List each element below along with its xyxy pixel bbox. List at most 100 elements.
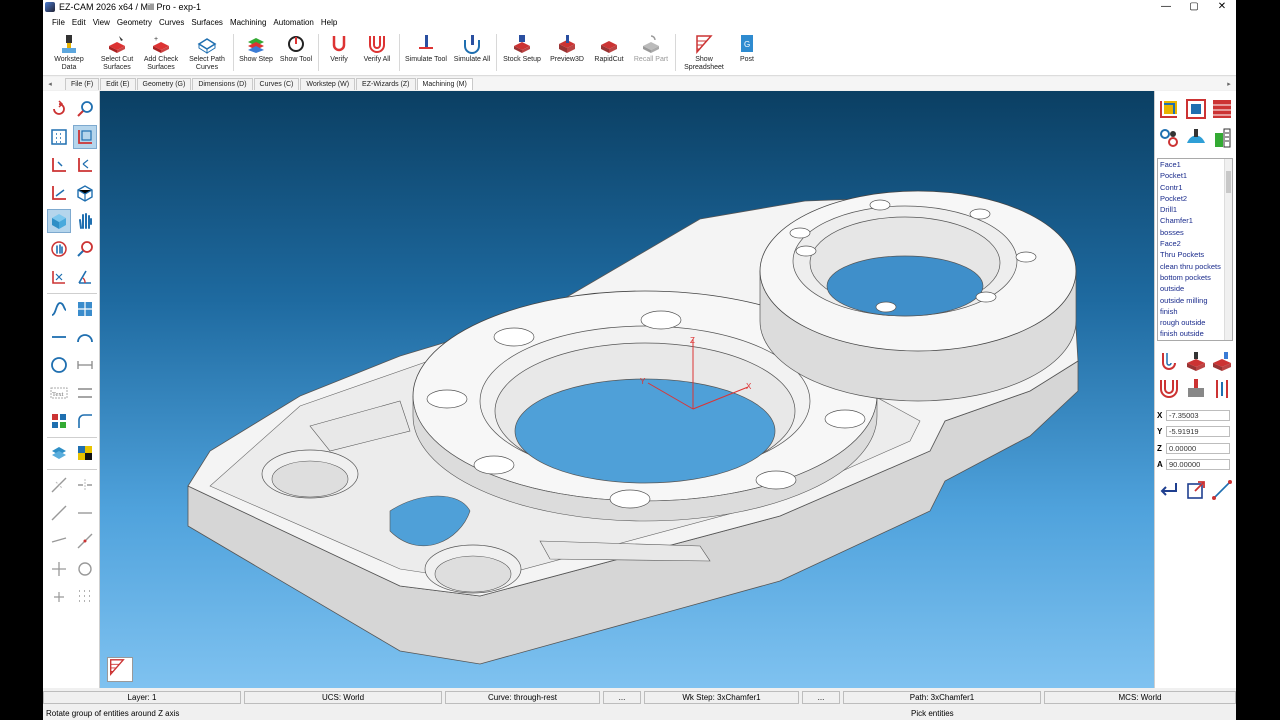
stock-setup-button[interactable]: Stock Setup	[499, 30, 545, 75]
extend-button[interactable]	[47, 501, 71, 525]
dimension-button[interactable]	[73, 353, 97, 377]
add-check-surfaces-button[interactable]: + Add Check Surfaces	[139, 30, 183, 75]
menu-view[interactable]: View	[93, 18, 110, 27]
tab-workstep[interactable]: Workstep (W)	[300, 77, 356, 90]
surface-patch-button[interactable]	[73, 297, 97, 321]
join-button[interactable]	[73, 501, 97, 525]
workstep-data-button[interactable]: Workstep Data	[43, 30, 95, 75]
view-rotate-axis-button[interactable]	[47, 265, 71, 289]
slot-op-icon[interactable]	[1211, 378, 1233, 400]
spline-button[interactable]	[47, 297, 71, 321]
workstep-status[interactable]: Wk Step: 3xChamfer1	[644, 691, 799, 704]
enter-icon[interactable]	[1158, 479, 1180, 501]
workstep-more-button[interactable]: ...	[802, 691, 840, 704]
list-item[interactable]: Thru Pockets	[1158, 249, 1232, 260]
fit-view-button[interactable]	[73, 125, 97, 149]
list-item[interactable]: finish	[1158, 306, 1232, 317]
ucs-status[interactable]: UCS: World	[244, 691, 442, 704]
face-op-icon[interactable]	[1185, 378, 1207, 400]
engrave-op-icon[interactable]	[1211, 127, 1233, 149]
menu-machining[interactable]: Machining	[230, 18, 266, 27]
tab-scroll-left-icon[interactable]: ◂	[43, 80, 57, 88]
close-button[interactable]: ✕	[1208, 0, 1236, 14]
trim-button[interactable]	[47, 473, 71, 497]
graphics-viewport[interactable]: Z Y X	[100, 91, 1154, 688]
list-item[interactable]: finish outside	[1158, 328, 1232, 339]
dynamic-pan-button[interactable]	[47, 237, 71, 261]
y-coordinate-field[interactable]	[1166, 425, 1230, 437]
list-item[interactable]: outside milling	[1158, 295, 1232, 306]
tab-curves[interactable]: Curves (C)	[253, 77, 300, 90]
zoom-window-button[interactable]	[73, 237, 97, 261]
layers-button[interactable]	[47, 441, 71, 465]
break-button[interactable]	[73, 473, 97, 497]
minimize-button[interactable]: —	[1152, 0, 1180, 14]
tab-edit[interactable]: Edit (E)	[100, 77, 136, 90]
snap-circle-button[interactable]	[73, 557, 97, 581]
pan-button[interactable]	[73, 209, 97, 233]
list-item[interactable]: Pocket1	[1158, 170, 1232, 181]
tab-geometry[interactable]: Geometry (G)	[136, 77, 192, 90]
select-cut-surfaces-button[interactable]: Select Cut Surfaces	[95, 30, 139, 75]
rapidcut-button[interactable]: RapidCut	[589, 30, 629, 75]
menu-curves[interactable]: Curves	[159, 18, 184, 27]
contour-op-icon[interactable]	[1158, 351, 1180, 373]
operations-list[interactable]: Face1 Pocket1 Contr1 Pocket2 Drill1 Cham…	[1157, 158, 1233, 341]
tab-ez-wizards[interactable]: EZ-Wizards (Z)	[356, 77, 416, 90]
path-status[interactable]: Path: 3xChamfer1	[843, 691, 1041, 704]
list-item[interactable]: Face2	[1158, 238, 1232, 249]
color-button[interactable]	[73, 441, 97, 465]
scrollbar-thumb[interactable]	[1226, 171, 1231, 193]
curve-status[interactable]: Curve: through-rest	[445, 691, 600, 704]
list-item[interactable]: Drill1	[1158, 204, 1232, 215]
fillet-button[interactable]	[73, 409, 97, 433]
tab-file[interactable]: File (F)	[65, 77, 100, 90]
restore-button[interactable]: ▢	[1180, 0, 1208, 14]
angle-view-button[interactable]	[73, 265, 97, 289]
tab-machining[interactable]: Machining (M)	[416, 77, 473, 90]
view-iso-button[interactable]	[73, 181, 97, 205]
list-item[interactable]: outside	[1158, 283, 1232, 294]
x-coordinate-field[interactable]	[1166, 409, 1230, 421]
preview3d-button[interactable]: Preview3D	[545, 30, 589, 75]
zoom-button[interactable]	[73, 97, 97, 121]
arc-button[interactable]	[73, 325, 97, 349]
list-scrollbar[interactable]	[1224, 159, 1232, 340]
snap-point-button[interactable]	[47, 585, 71, 609]
view-top-button[interactable]	[47, 153, 71, 177]
list-item[interactable]: clean thru pockets	[1158, 261, 1232, 272]
relative-move-icon[interactable]	[1185, 479, 1207, 501]
menu-file[interactable]: File	[52, 18, 65, 27]
pattern-button[interactable]	[47, 409, 71, 433]
split-button[interactable]	[47, 529, 71, 553]
list-item[interactable]: bosses	[1158, 227, 1232, 238]
rotate-view-button[interactable]	[47, 97, 71, 121]
list-item[interactable]: bottom pockets	[1158, 272, 1232, 283]
rotate-entity-button[interactable]	[47, 557, 71, 581]
a-coordinate-field[interactable]	[1166, 458, 1230, 470]
menu-surfaces[interactable]: Surfaces	[191, 18, 223, 27]
menu-edit[interactable]: Edit	[72, 18, 86, 27]
menu-automation[interactable]: Automation	[273, 18, 313, 27]
stock-layers-icon[interactable]	[1211, 98, 1233, 120]
list-item[interactable]: Face1	[1158, 159, 1232, 170]
text-button[interactable]: Text	[47, 381, 71, 405]
shaded-view-button[interactable]	[47, 209, 71, 233]
pocket-op-icon[interactable]	[1185, 98, 1207, 120]
measure-icon[interactable]	[1211, 479, 1233, 501]
surface-op-icon[interactable]	[1185, 127, 1207, 149]
stock-op-icon[interactable]	[1185, 351, 1207, 373]
list-item[interactable]: Chamfer1	[1158, 215, 1232, 226]
post-button[interactable]: G Post	[730, 30, 764, 75]
verify-all-icon[interactable]	[1158, 378, 1180, 400]
cutter-op-icon[interactable]	[1211, 351, 1233, 373]
view-front-button[interactable]	[73, 153, 97, 177]
list-item[interactable]: Pocket2	[1158, 193, 1232, 204]
spreadsheet-view-button[interactable]	[107, 657, 133, 682]
tab-dimensions[interactable]: Dimensions (D)	[192, 77, 253, 90]
offset-button[interactable]	[73, 381, 97, 405]
circle-button[interactable]	[47, 353, 71, 377]
select-path-curves-button[interactable]: Select Path Curves	[183, 30, 231, 75]
menu-geometry[interactable]: Geometry	[117, 18, 152, 27]
z-coordinate-field[interactable]	[1166, 442, 1230, 454]
